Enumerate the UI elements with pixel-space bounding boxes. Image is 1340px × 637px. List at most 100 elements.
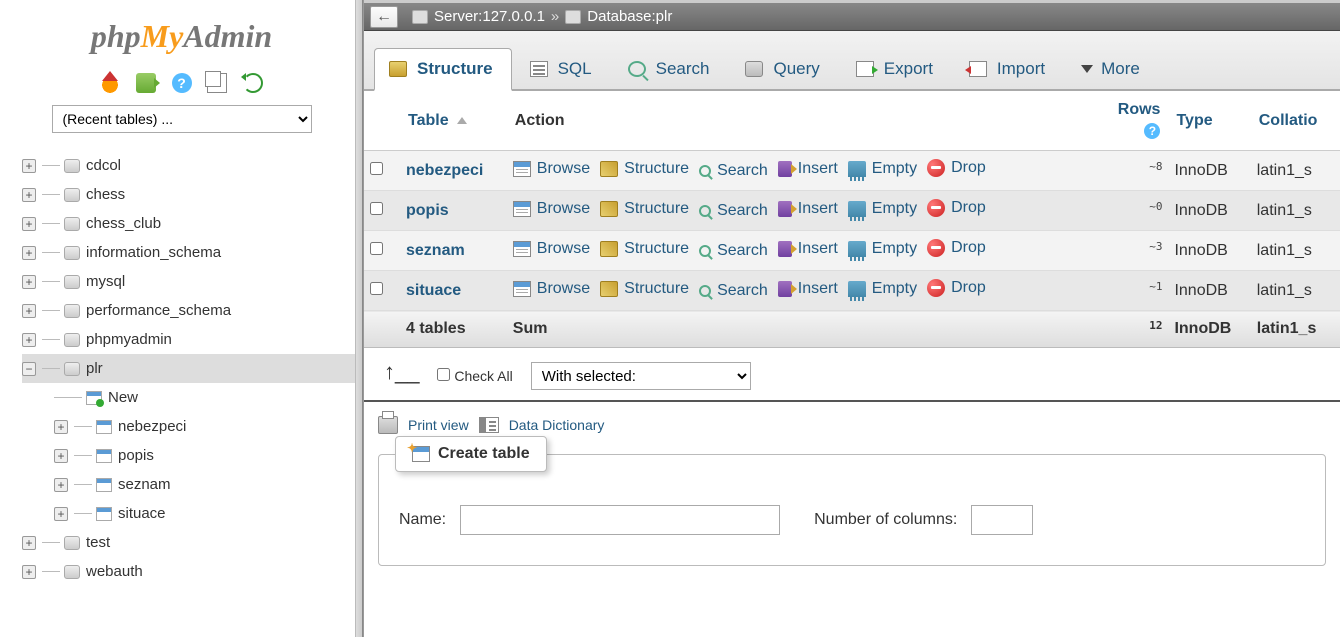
table-row: situace Browse Structure Search Insert Empty D…: [364, 271, 1340, 311]
columns-count-input[interactable]: [971, 505, 1033, 535]
tree-table-situace[interactable]: +situace: [54, 499, 363, 528]
drop-action[interactable]: Drop: [927, 159, 986, 177]
browse-action[interactable]: Browse: [513, 200, 590, 218]
insert-action[interactable]: Insert: [778, 200, 838, 218]
table-name-link[interactable]: nebezpeci: [406, 162, 483, 179]
insert-action[interactable]: Insert: [778, 280, 838, 298]
structure-action[interactable]: Structure: [600, 160, 689, 178]
col-type[interactable]: Type: [1168, 91, 1250, 151]
drop-action[interactable]: Drop: [927, 199, 986, 217]
table-name-link[interactable]: situace: [406, 282, 461, 299]
expand-icon[interactable]: +: [22, 565, 36, 579]
structure-action[interactable]: Structure: [600, 280, 689, 298]
empty-action[interactable]: Empty: [848, 160, 917, 178]
col-collation[interactable]: Collatio: [1251, 91, 1340, 151]
server-icon: [412, 10, 428, 24]
with-selected-select[interactable]: With selected:: [531, 362, 751, 390]
db-node-information-schema[interactable]: +information_schema: [22, 238, 363, 267]
sidebar-resize-handle[interactable]: [355, 0, 363, 637]
nav-back-button[interactable]: ←: [370, 6, 398, 28]
database-icon: [64, 159, 80, 173]
col-table[interactable]: Table: [400, 91, 507, 151]
breadcrumb-db[interactable]: plr: [656, 8, 673, 25]
db-node-chess[interactable]: +chess: [22, 180, 363, 209]
recent-tables-select[interactable]: (Recent tables) ...: [52, 105, 312, 133]
print-view-link[interactable]: Print view: [408, 417, 469, 433]
structure-icon: [600, 281, 618, 297]
db-node-test[interactable]: +test: [22, 528, 363, 557]
tree-table-seznam[interactable]: +seznam: [54, 470, 363, 499]
search-action[interactable]: Search: [699, 162, 768, 180]
expand-icon[interactable]: +: [22, 536, 36, 550]
tree-table-popis[interactable]: +popis: [54, 441, 363, 470]
docs-icon[interactable]: [207, 73, 227, 93]
browse-action[interactable]: Browse: [513, 280, 590, 298]
expand-icon[interactable]: +: [54, 507, 68, 521]
tab-structure[interactable]: Structure: [374, 48, 512, 91]
browse-action[interactable]: Browse: [513, 160, 590, 178]
search-action[interactable]: Search: [699, 282, 768, 300]
drop-action[interactable]: Drop: [927, 279, 986, 297]
tab-search[interactable]: Search: [614, 49, 728, 89]
tab-more[interactable]: More: [1067, 49, 1158, 89]
empty-action[interactable]: Empty: [848, 240, 917, 258]
db-node-plr[interactable]: −plr: [22, 354, 363, 383]
expand-icon[interactable]: +: [54, 478, 68, 492]
structure-action[interactable]: Structure: [600, 240, 689, 258]
table-name-link[interactable]: seznam: [406, 242, 465, 259]
tab-import[interactable]: Import: [955, 49, 1063, 89]
table-name-link[interactable]: popis: [406, 202, 449, 219]
drop-icon: [927, 239, 945, 257]
breadcrumb-server[interactable]: 127.0.0.1: [482, 8, 545, 25]
help-icon[interactable]: [172, 73, 192, 93]
expand-icon[interactable]: +: [22, 304, 36, 318]
query-icon: [745, 61, 763, 77]
help-icon[interactable]: ?: [1144, 123, 1160, 139]
row-checkbox[interactable]: [370, 202, 383, 215]
row-checkbox[interactable]: [370, 242, 383, 255]
tab-query[interactable]: Query: [731, 49, 837, 89]
row-checkbox[interactable]: [370, 162, 383, 175]
expand-icon[interactable]: +: [54, 420, 68, 434]
expand-icon[interactable]: +: [22, 333, 36, 347]
expand-icon[interactable]: +: [22, 217, 36, 231]
browse-action[interactable]: Browse: [513, 240, 590, 258]
tab-sql[interactable]: SQL: [516, 49, 610, 89]
row-checkbox[interactable]: [370, 282, 383, 295]
db-node-cdcol[interactable]: +cdcol: [22, 151, 363, 180]
reload-icon[interactable]: [243, 73, 263, 93]
sum-rows: 12: [1098, 311, 1168, 348]
tab-export[interactable]: Export: [842, 49, 951, 89]
db-node-phpmyadmin[interactable]: +phpmyadmin: [22, 325, 363, 354]
search-action[interactable]: Search: [699, 202, 768, 220]
search-action[interactable]: Search: [699, 242, 768, 260]
check-all-checkbox[interactable]: [437, 368, 450, 381]
col-rows[interactable]: Rows?: [1098, 91, 1168, 151]
db-node-chess-club[interactable]: +chess_club: [22, 209, 363, 238]
db-node-mysql[interactable]: +mysql: [22, 267, 363, 296]
table-row: nebezpeci Browse Structure Search Insert Empt…: [364, 151, 1340, 191]
tree-table-nebezpeci[interactable]: +nebezpeci: [54, 412, 363, 441]
expand-icon[interactable]: +: [22, 275, 36, 289]
empty-action[interactable]: Empty: [848, 280, 917, 298]
empty-action[interactable]: Empty: [848, 200, 917, 218]
db-node-performance-schema[interactable]: +performance_schema: [22, 296, 363, 325]
insert-action[interactable]: Insert: [778, 160, 838, 178]
logout-icon[interactable]: [136, 73, 156, 93]
expand-icon[interactable]: +: [22, 159, 36, 173]
table-name-input[interactable]: [460, 505, 780, 535]
db-node-webauth[interactable]: +webauth: [22, 557, 363, 586]
collapse-icon[interactable]: −: [22, 362, 36, 376]
sql-icon: [530, 61, 548, 77]
check-all-label[interactable]: Check All: [437, 368, 512, 384]
expand-icon[interactable]: +: [22, 188, 36, 202]
expand-icon[interactable]: +: [22, 246, 36, 260]
insert-action[interactable]: Insert: [778, 240, 838, 258]
tree-new-table[interactable]: New: [54, 383, 363, 412]
home-icon[interactable]: [100, 73, 120, 93]
structure-action[interactable]: Structure: [600, 200, 689, 218]
data-dictionary-link[interactable]: Data Dictionary: [509, 417, 605, 433]
drop-action[interactable]: Drop: [927, 239, 986, 257]
expand-icon[interactable]: +: [54, 449, 68, 463]
structure-icon: [600, 241, 618, 257]
